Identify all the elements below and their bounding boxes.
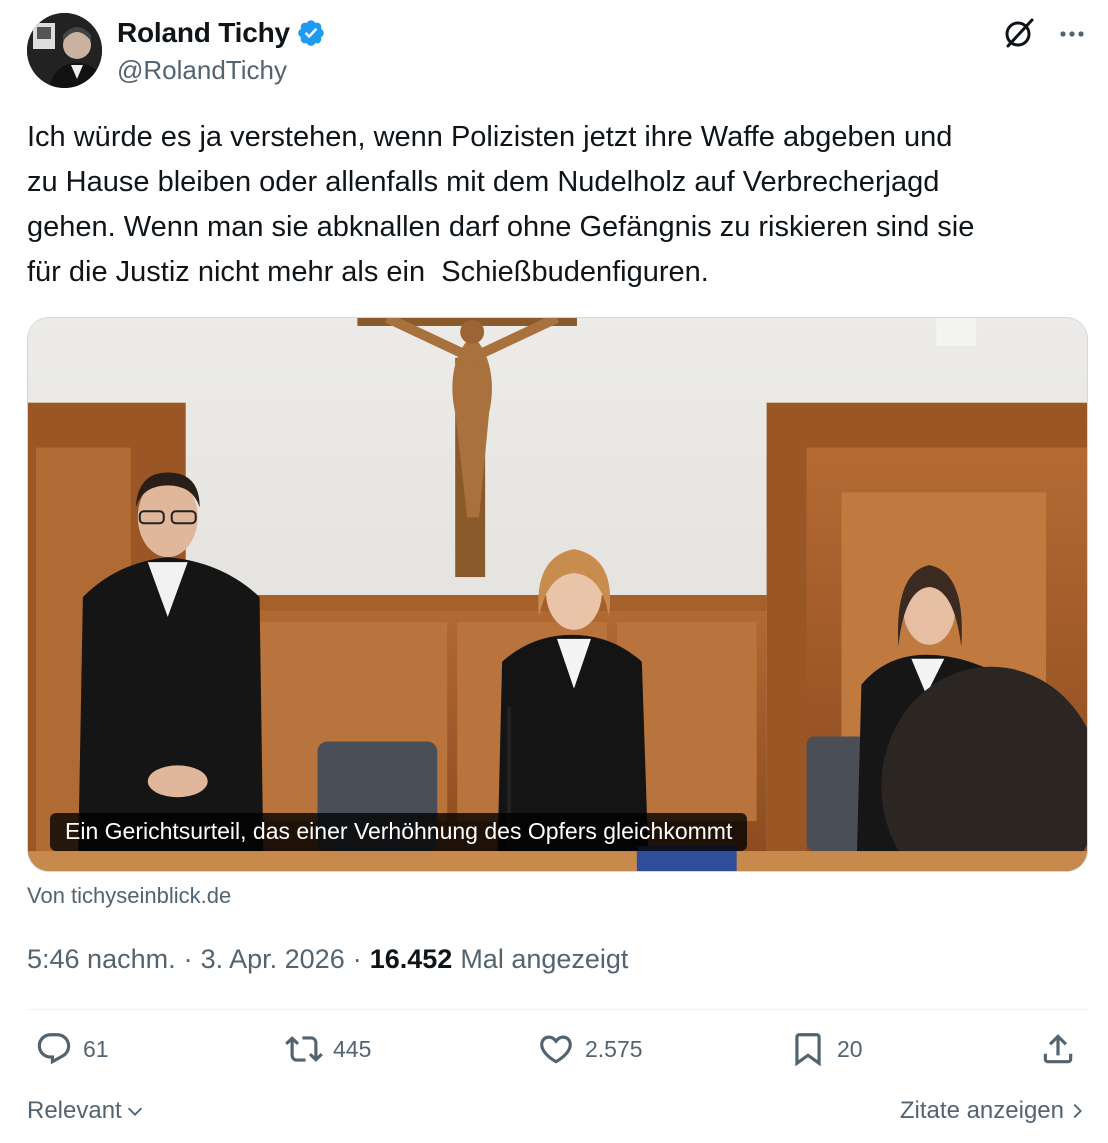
reply-count: 61 <box>83 1035 109 1062</box>
like-button[interactable]: 2.575 <box>537 1030 643 1068</box>
more-icon[interactable] <box>1057 19 1087 49</box>
replies-footer: Relevant Zitate anzeigen <box>27 1097 1088 1133</box>
avatar[interactable] <box>27 13 102 88</box>
chevron-right-icon <box>1073 1103 1082 1119</box>
courtroom-photo <box>28 318 1087 871</box>
chevron-down-icon <box>127 1107 142 1116</box>
sort-label: Relevant <box>27 1097 122 1124</box>
share-icon <box>1043 1034 1073 1064</box>
action-bar: 61 445 2.575 20 <box>27 1030 1088 1080</box>
like-icon <box>540 1035 572 1064</box>
verified-badge-icon <box>298 20 324 46</box>
tweet-text: Ich würde es ja verstehen, wenn Polizist… <box>27 121 975 288</box>
divider <box>27 1009 1088 1010</box>
link-card-image[interactable]: Ein Gerichtsurteil, das einer Verhöhnung… <box>27 317 1088 872</box>
meta-separator: · <box>352 944 362 974</box>
meta-separator: · <box>183 944 193 974</box>
repost-button[interactable]: 445 <box>285 1030 371 1068</box>
tweet-header: Roland Tichy @RolandTichy <box>27 13 1087 93</box>
card-caption: Ein Gerichtsurteil, das einer Verhöhnung… <box>50 813 748 851</box>
display-name[interactable]: Roland Tichy <box>117 17 290 49</box>
like-count: 2.575 <box>585 1035 643 1062</box>
bookmark-icon <box>795 1033 821 1067</box>
name-row: Roland Tichy <box>117 17 326 49</box>
quotes-label: Zitate anzeigen <box>899 1097 1064 1124</box>
tweet-time[interactable]: 5:46 nachm. <box>27 944 176 975</box>
repost-count: 445 <box>333 1035 372 1062</box>
card-source[interactable]: Von tichyseinblick.de <box>27 883 231 909</box>
grok-icon[interactable] <box>1001 15 1037 51</box>
bookmark-button[interactable]: 20 <box>789 1030 863 1068</box>
bookmark-count: 20 <box>837 1035 863 1062</box>
view-quotes-link[interactable]: Zitate anzeigen <box>900 1097 1088 1125</box>
tweet-meta: 5:46 nachm. · 3. Apr. 2026 · 16.452 Mal … <box>27 944 628 975</box>
reply-icon <box>37 1033 71 1065</box>
reply-button[interactable]: 61 <box>35 1030 109 1068</box>
share-button[interactable] <box>1039 1030 1077 1068</box>
views-label: Mal angezeigt <box>460 944 629 974</box>
tweet-date[interactable]: 3. Apr. 2026 <box>201 944 345 975</box>
views-count: 16.452 <box>369 944 453 974</box>
repost-icon <box>285 1036 323 1062</box>
sort-dropdown[interactable]: Relevant <box>27 1097 146 1125</box>
author-handle[interactable]: @RolandTichy <box>117 55 287 86</box>
